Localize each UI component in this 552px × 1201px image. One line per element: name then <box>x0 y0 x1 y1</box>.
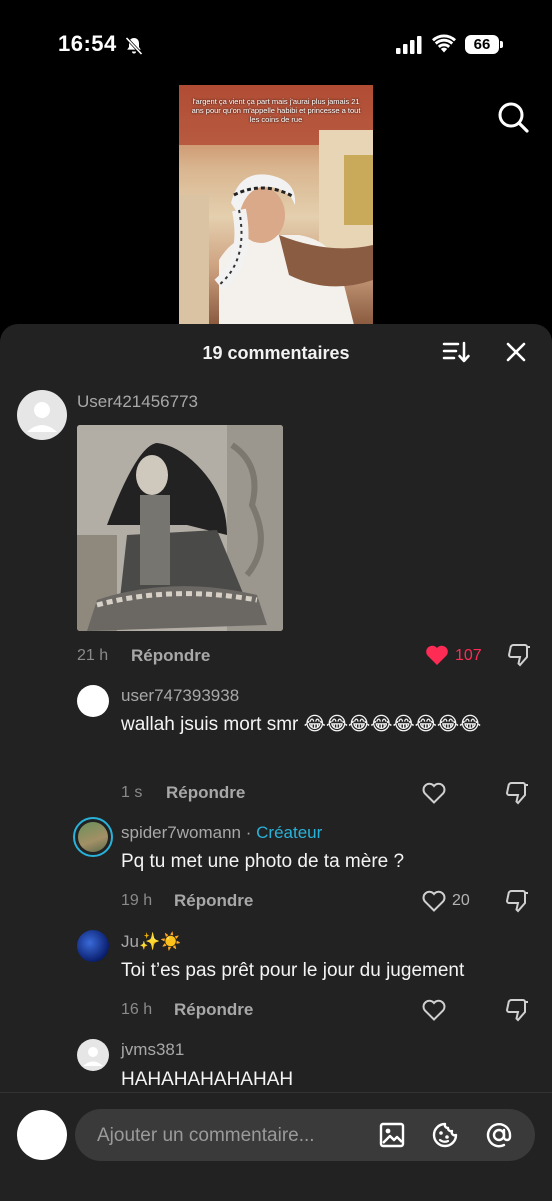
bell-off-icon <box>125 36 143 56</box>
battery-level: 66 <box>465 35 499 54</box>
comment-username-row: spider7womann · Créateur <box>121 823 322 843</box>
avatar[interactable] <box>77 1039 109 1071</box>
reply-button[interactable]: Répondre <box>174 891 253 911</box>
emoji-icon[interactable] <box>431 1121 459 1149</box>
image-icon[interactable] <box>378 1121 406 1149</box>
comment-username[interactable]: User421456773 <box>77 392 198 412</box>
video-caption: l'argent ça vient ça part mais j'aurai p… <box>191 97 361 124</box>
creator-badge: Créateur <box>256 823 323 842</box>
video-thumbnail[interactable]: l'argent ça vient ça part mais j'aurai p… <box>179 85 373 325</box>
avatar[interactable] <box>77 930 109 962</box>
comment-text: Pq tu met une photo de ta mère ? <box>121 851 405 872</box>
search-icon[interactable] <box>496 100 530 134</box>
dislike-icon[interactable] <box>504 997 530 1023</box>
dislike-icon[interactable] <box>504 888 530 914</box>
heart-icon[interactable] <box>424 643 450 667</box>
comment-username[interactable]: Ju✨☀️ <box>121 932 181 952</box>
like-count: 20 <box>452 892 470 909</box>
reply-button[interactable]: Répondre <box>166 783 245 803</box>
comment-text: HAHAHAHAHAHAH <box>121 1069 294 1090</box>
comment-time: 19 h <box>121 892 153 909</box>
comment-username[interactable]: user747393938 <box>121 686 239 706</box>
comment-input-container <box>75 1109 535 1163</box>
comment-input[interactable] <box>95 1109 349 1163</box>
dislike-icon[interactable] <box>506 642 532 668</box>
comment-time: 1 s <box>121 784 143 801</box>
avatar[interactable] <box>77 685 109 717</box>
heart-icon[interactable] <box>421 998 447 1022</box>
comment-time: 16 h <box>121 1001 153 1018</box>
dislike-icon[interactable] <box>504 780 530 806</box>
comment-username[interactable]: spider7womann <box>121 823 241 842</box>
comment-text: Toi t’es pas prêt pour le jour du jugeme… <box>121 960 465 981</box>
separator-dot: · <box>245 823 252 842</box>
wifi-icon <box>432 34 456 53</box>
close-icon[interactable] <box>504 340 528 364</box>
heart-icon[interactable] <box>421 781 447 805</box>
comment-photo[interactable] <box>77 425 283 631</box>
status-bar: 16:54 66 <box>0 0 552 90</box>
battery-icon: 66 <box>465 35 503 55</box>
avatar[interactable] <box>17 390 67 440</box>
status-time: 16:54 <box>58 31 117 56</box>
reply-button[interactable]: Répondre <box>174 1000 253 1020</box>
signal-icon <box>396 36 422 54</box>
comment-username[interactable]: jvms381 <box>121 1040 184 1060</box>
sort-icon[interactable] <box>442 340 470 364</box>
my-avatar[interactable] <box>17 1110 67 1160</box>
mention-icon[interactable] <box>485 1121 513 1149</box>
comment-input-bar <box>0 1092 552 1201</box>
comment-time: 21 h <box>77 647 109 664</box>
avatar[interactable] <box>73 817 113 857</box>
comments-sheet: 19 commentaires User421456773 21 h Répon… <box>0 324 552 1200</box>
like-count: 107 <box>455 647 482 664</box>
comment-text: wallah jsuis mort smr 😂😂😂😂😂😂😂😂 <box>121 714 482 735</box>
reply-button[interactable]: Répondre <box>131 646 210 666</box>
heart-icon[interactable] <box>421 889 447 913</box>
